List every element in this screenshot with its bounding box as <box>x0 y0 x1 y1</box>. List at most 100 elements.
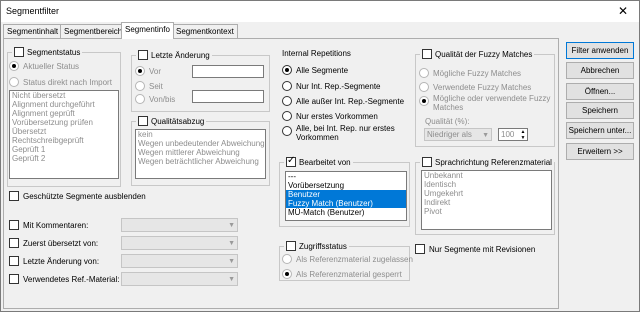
filter-comments-checkbox[interactable] <box>9 220 19 230</box>
filter-last-changed[interactable]: Letzte Änderung von: <box>9 256 99 266</box>
rep-first-radio[interactable] <box>282 111 292 121</box>
qualitaetsabzug-list[interactable]: kein Wegen unbedeutender Abweichung Wege… <box>135 129 266 179</box>
segmentstatus-current-option[interactable]: Aktueller Status <box>9 61 79 71</box>
protected-option[interactable]: Geschützte Segmente ausblenden <box>9 191 146 201</box>
extend-button[interactable]: Erweitern >> <box>566 143 634 160</box>
open-button[interactable]: Öffnen... <box>566 83 634 100</box>
protected-checkbox[interactable] <box>9 191 19 201</box>
list-item[interactable]: Rechtschreibgeprüft <box>10 136 118 145</box>
list-item[interactable]: Übersetzt <box>10 127 118 136</box>
list-item[interactable]: --- <box>286 172 406 181</box>
zugriff-blocked-option[interactable]: Als Referenzmaterial gesperrt <box>282 269 402 279</box>
bearbeitet-von-list[interactable]: --- Vorübersetzung Benutzer Fuzzy Match … <box>285 171 407 221</box>
list-item[interactable]: Indirekt <box>422 198 551 207</box>
list-item[interactable]: Vorübersetzung <box>286 181 406 190</box>
list-item[interactable]: Unbekannt <box>422 171 551 180</box>
current-status-radio[interactable] <box>9 61 19 71</box>
filter-last-changed-combo[interactable]: ▼ <box>121 254 238 268</box>
fuzzy-either-radio[interactable] <box>419 96 429 106</box>
zugriff-allowed-option[interactable]: Als Referenzmaterial zugelassen <box>282 254 413 264</box>
list-item-selected[interactable]: Fuzzy Match (Benutzer) <box>286 199 406 208</box>
list-item[interactable]: Nicht übersetzt <box>10 91 118 100</box>
filter-ref-material[interactable]: Verwendetes Ref.-Material: <box>9 274 120 284</box>
vor-radio[interactable] <box>135 66 145 76</box>
filter-comments[interactable]: Mit Kommentaren: <box>9 220 88 230</box>
rep-all-first-radio[interactable] <box>282 126 292 136</box>
rep-all-radio[interactable] <box>282 65 292 75</box>
filter-ref-material-checkbox[interactable] <box>9 274 19 284</box>
filter-ref-material-combo[interactable]: ▼ <box>121 272 238 286</box>
seit-radio[interactable] <box>135 81 145 91</box>
date-from-field[interactable] <box>192 65 264 78</box>
segmentstatus-list[interactable]: Nicht übersetzt Alignment durchgeführt A… <box>9 90 119 179</box>
list-item[interactable]: Umgekehrt <box>422 189 551 198</box>
sprachrichtung-header[interactable]: Sprachrichtung Referenzmaterial <box>420 157 554 167</box>
fuzzy-used-radio[interactable] <box>419 82 429 92</box>
fuzzy-quality-spinner[interactable]: 100 ▲ ▼ <box>498 128 528 141</box>
list-item[interactable]: Wegen beträchtlicher Abweichung <box>136 157 265 166</box>
list-item[interactable]: MÜ-Match (Benutzer) <box>286 208 406 217</box>
close-icon[interactable]: ✕ <box>607 2 639 21</box>
list-item-selected[interactable]: Benutzer <box>286 190 406 199</box>
bearbeitet-von-checkbox[interactable] <box>286 155 296 167</box>
fuzzy-checkbox[interactable] <box>422 49 432 59</box>
fuzzy-used-option[interactable]: Verwendete Fuzzy Matches <box>419 82 531 92</box>
cancel-button[interactable]: Abbrechen <box>566 62 634 79</box>
revisions-option[interactable]: Nur Segmente mit Revisionen <box>415 244 535 254</box>
filter-comments-combo[interactable]: ▼ <box>121 218 238 232</box>
filter-first-translated-combo[interactable]: ▼ <box>121 236 238 250</box>
save-as-button[interactable]: Speichern unter... <box>566 122 634 139</box>
aenderung-seit-option[interactable]: Seit <box>135 81 163 91</box>
fuzzy-possible-radio[interactable] <box>419 68 429 78</box>
tab-segmentinfo[interactable]: Segmentinfo <box>121 22 174 39</box>
filter-last-changed-checkbox[interactable] <box>9 256 19 266</box>
zugriffsstatus-header[interactable]: Zugriffsstatus <box>284 241 349 251</box>
list-item[interactable]: Geprüft 2 <box>10 154 118 163</box>
rep-except-radio[interactable] <box>282 96 292 106</box>
filter-first-translated[interactable]: Zuerst übersetzt von: <box>9 238 98 248</box>
aenderung-vor-option[interactable]: Vor <box>135 66 161 76</box>
rep-option-all[interactable]: Alle Segmente <box>282 65 348 75</box>
direct-status-radio[interactable] <box>9 77 19 87</box>
list-item[interactable]: Pivot <box>422 207 551 216</box>
rep-only-radio[interactable] <box>282 81 292 91</box>
list-item[interactable]: Alignment durchgeführt <box>10 100 118 109</box>
sprachrichtung-list[interactable]: Unbekannt Identisch Umgekehrt Indirekt P… <box>421 170 552 230</box>
date-to-field[interactable] <box>192 90 264 103</box>
list-item[interactable]: kein <box>136 130 265 139</box>
bearbeitet-von-header[interactable]: Bearbeitet von <box>284 155 353 167</box>
segmentstatus-direct-option[interactable]: Status direkt nach Import <box>9 77 112 87</box>
letzte-aenderung-header[interactable]: Letzte Änderung <box>136 50 212 60</box>
zugriff-blocked-radio[interactable] <box>282 269 292 279</box>
segmentstatus-checkbox[interactable] <box>14 47 24 57</box>
aenderung-vonbis-option[interactable]: Von/bis <box>135 94 175 104</box>
qualitaetsabzug-checkbox[interactable] <box>138 116 148 126</box>
zugriff-allowed-radio[interactable] <box>282 254 292 264</box>
qualitaetsabzug-header[interactable]: Qualitätsabzug <box>136 116 207 126</box>
tab-segmentinhalt[interactable]: Segmentinhalt <box>3 24 63 38</box>
segmentstatus-header[interactable]: Segmentstatus <box>12 47 83 57</box>
list-item[interactable]: Vorübersetzung prüfen <box>10 118 118 127</box>
fuzzy-either-option[interactable]: Mögliche oder verwendete Fuzzy Matches <box>419 94 553 112</box>
tab-segmentkontext[interactable]: Segmentkontext <box>172 24 238 38</box>
apply-filter-button[interactable]: Filter anwenden <box>566 42 634 59</box>
list-item[interactable]: Alignment geprüft <box>10 109 118 118</box>
list-item[interactable]: Wegen unbedeutender Abweichung <box>136 139 265 148</box>
vonbis-radio[interactable] <box>135 94 145 104</box>
letzte-aenderung-checkbox[interactable] <box>138 50 148 60</box>
rep-option-only[interactable]: Nur Int. Rep.-Segmente <box>282 81 380 91</box>
list-item[interactable]: Geprüft 1 <box>10 145 118 154</box>
revisions-checkbox[interactable] <box>415 244 425 254</box>
list-item[interactable]: Wegen mittlerer Abweichung <box>136 148 265 157</box>
spin-down-icon[interactable]: ▼ <box>519 135 527 141</box>
save-button[interactable]: Speichern <box>566 102 634 119</box>
rep-option-first[interactable]: Nur erstes Vorkommen <box>282 111 378 121</box>
rep-option-except[interactable]: Alle außer Int. Rep.-Segmente <box>282 96 404 106</box>
sprachrichtung-checkbox[interactable] <box>422 157 432 167</box>
fuzzy-header[interactable]: Qualität der Fuzzy Matches <box>420 49 535 59</box>
tab-segmentbereich[interactable]: Segmentbereich <box>60 24 127 38</box>
zugriffsstatus-checkbox[interactable] <box>286 241 296 251</box>
rep-option-all-first[interactable]: Alle, bei Int. Rep. nur erstes Vorkommen <box>282 124 411 142</box>
filter-first-translated-checkbox[interactable] <box>9 238 19 248</box>
fuzzy-possible-option[interactable]: Mögliche Fuzzy Matches <box>419 68 521 78</box>
